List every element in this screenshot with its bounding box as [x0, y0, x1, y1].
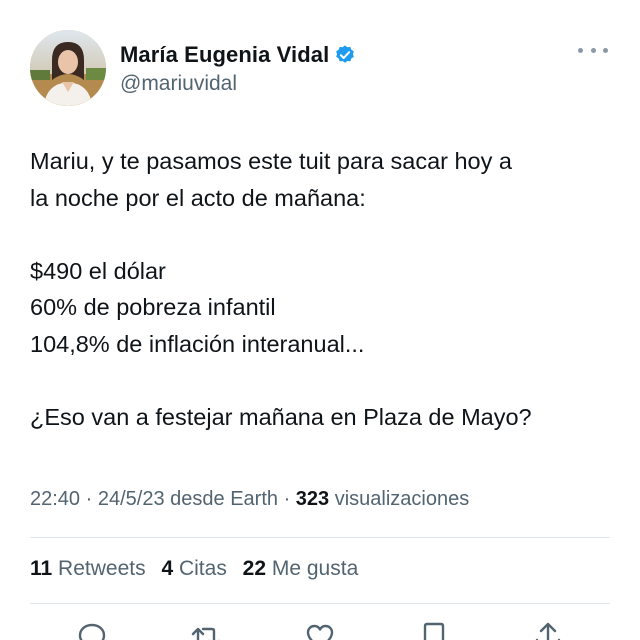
tweet-header: María Eugenia Vidal @mariuvidal [30, 30, 616, 108]
action-bar [30, 620, 610, 640]
verified-badge-icon [334, 44, 356, 66]
share-icon[interactable] [532, 620, 564, 640]
tweet-line: 60% de pobreza infantil [30, 294, 276, 320]
views-count: 323 [295, 488, 330, 510]
tweet-line: $490 el dólar [30, 257, 166, 284]
author-name-row: María Eugenia Vidal [120, 40, 356, 70]
retweets-count: 11 [30, 557, 53, 580]
separator-dot: · [85, 488, 98, 510]
separator-dot: · [283, 488, 296, 510]
like-icon[interactable] [304, 620, 336, 640]
tweet-date[interactable]: 24/5/23 [98, 488, 165, 510]
tweet-line: 104,8% de inflación interanual... [30, 330, 365, 357]
tweet: María Eugenia Vidal @mariuvidal Mariu, y… [0, 0, 640, 640]
retweets-label: Retweets [58, 557, 146, 580]
retweet-icon[interactable] [190, 620, 222, 640]
quotes-count: 4 [161, 557, 174, 580]
divider [30, 603, 610, 604]
author-handle[interactable]: @mariuvidal [120, 72, 356, 96]
likes-count: 22 [242, 557, 267, 580]
author-identity: María Eugenia Vidal @mariuvidal [120, 40, 356, 96]
tweet-metadata: 22:40 · 24/5/23 desde Earth · 323 visual… [30, 488, 469, 511]
divider [30, 537, 610, 538]
more-dot [603, 47, 608, 53]
tweet-line: Mariu, y te pasamos este tuit para sacar… [30, 148, 512, 174]
more-options-icon[interactable] [578, 40, 608, 60]
reply-icon[interactable] [76, 620, 108, 640]
views-label: visualizaciones [334, 488, 470, 510]
quotes-stat[interactable]: 4 Citas [161, 557, 226, 580]
more-dot [590, 47, 596, 53]
tweet-time[interactable]: 22:40 [30, 488, 80, 510]
engagement-stats: 11 Retweets 4 Citas 22 Me gusta [30, 557, 368, 581]
retweets-stat[interactable]: 11 Retweets [30, 557, 146, 580]
quotes-label: Citas [178, 557, 227, 580]
bookmark-icon[interactable] [418, 620, 450, 640]
tweet-text: Mariu, y te pasamos este tuit para sacar… [30, 143, 620, 435]
tweet-line: la noche por el acto de mañana: [30, 184, 366, 211]
avatar[interactable] [30, 30, 106, 106]
tweet-line: ¿Eso van a festejar mañana en Plaza de M… [30, 403, 532, 430]
tweet-source: desde Earth [170, 488, 278, 510]
more-dot [578, 47, 583, 53]
author-name[interactable]: María Eugenia Vidal [120, 42, 329, 68]
likes-stat[interactable]: 22 Me gusta [243, 557, 359, 580]
likes-label: Me gusta [271, 557, 359, 580]
